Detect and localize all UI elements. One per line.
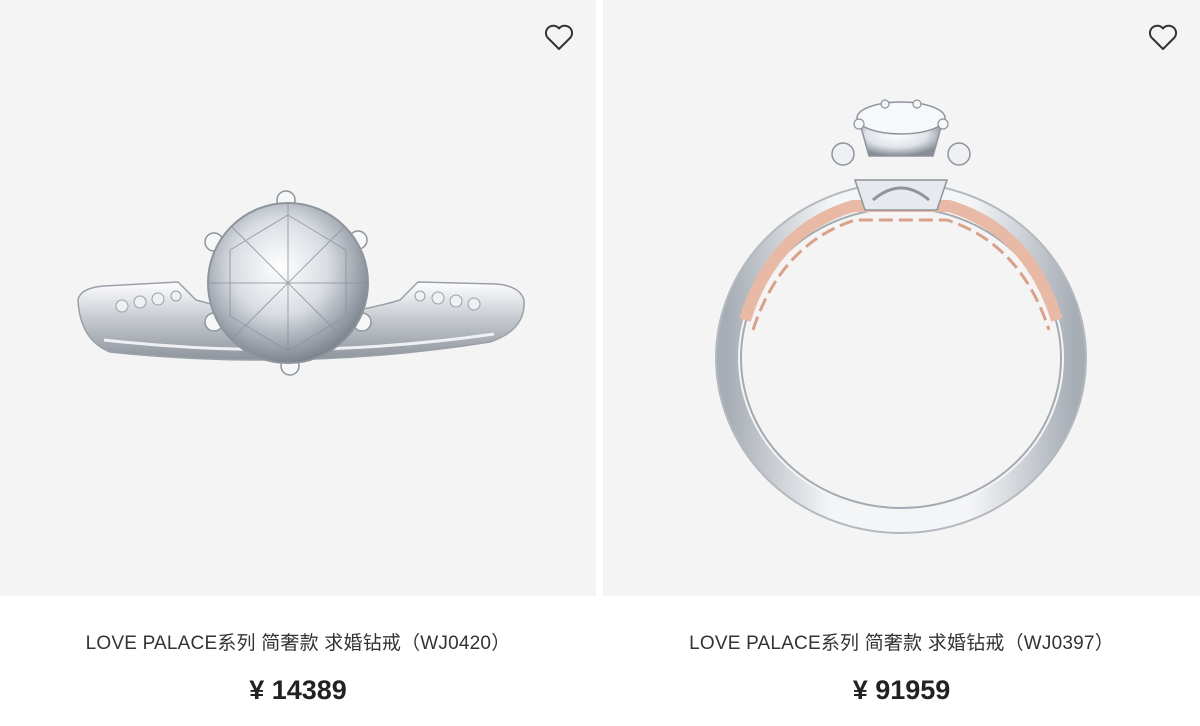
product-card[interactable]: LOVE PALACE系列 简奢款 求婚钻戒（WJ0397） ¥ 91959 xyxy=(603,0,1200,726)
heart-outline-icon[interactable] xyxy=(1147,22,1179,52)
product-image[interactable] xyxy=(603,0,1200,596)
ring-image-two-tone xyxy=(715,99,1087,534)
product-price: ¥ 14389 xyxy=(249,675,347,705)
product-card[interactable]: LOVE PALACE系列 简奢款 求婚钻戒（WJ0420） ¥ 14389 xyxy=(0,0,596,726)
product-title[interactable]: LOVE PALACE系列 简奢款 求婚钻戒（WJ0420） xyxy=(0,628,596,655)
ring-image-solitaire xyxy=(77,190,525,376)
product-grid: LOVE PALACE系列 简奢款 求婚钻戒（WJ0420） ¥ 14389 L… xyxy=(0,0,1200,726)
heart-outline-icon[interactable] xyxy=(543,22,575,52)
product-title[interactable]: LOVE PALACE系列 简奢款 求婚钻戒（WJ0397） xyxy=(603,628,1200,655)
product-price: ¥ 91959 xyxy=(852,675,951,705)
product-image[interactable] xyxy=(0,0,596,596)
